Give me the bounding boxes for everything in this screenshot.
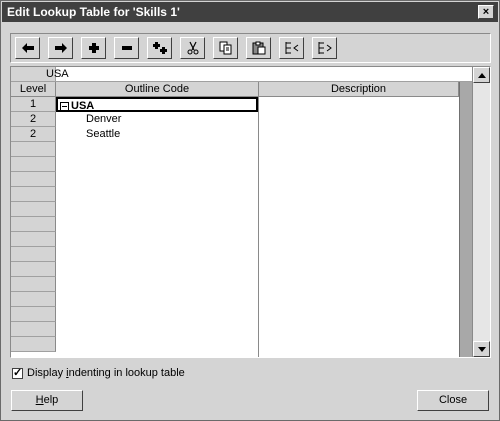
entry-bar[interactable]: USA bbox=[11, 67, 490, 82]
display-indenting-label: Display indenting in lookup table bbox=[27, 367, 185, 379]
column-header-outline-code[interactable]: Outline Code bbox=[56, 82, 259, 97]
scroll-down-button[interactable] bbox=[473, 341, 490, 357]
vertical-scrollbar[interactable] bbox=[472, 67, 490, 357]
table-row[interactable]: Denver bbox=[56, 112, 459, 127]
outline-code-text: USA bbox=[71, 100, 95, 112]
column-header-description[interactable]: Description bbox=[259, 82, 459, 97]
indent-button[interactable] bbox=[48, 37, 73, 59]
scroll-up-button[interactable] bbox=[473, 67, 490, 83]
level-cell[interactable] bbox=[11, 307, 56, 322]
insert-row-button[interactable] bbox=[81, 37, 106, 59]
level-cell[interactable] bbox=[11, 322, 56, 337]
cut-icon bbox=[187, 41, 198, 55]
table-row[interactable]: Seattle bbox=[56, 127, 459, 142]
indent-icon bbox=[54, 43, 67, 53]
cut-button[interactable] bbox=[180, 37, 205, 59]
insert-subtask-button[interactable] bbox=[147, 37, 172, 59]
export-button[interactable] bbox=[312, 37, 337, 59]
chevron-up-icon bbox=[477, 72, 486, 78]
outdent-icon bbox=[21, 43, 34, 53]
paste-icon bbox=[252, 41, 265, 55]
paste-button[interactable] bbox=[246, 37, 271, 59]
delete-row-button[interactable] bbox=[114, 37, 139, 59]
column-header-level[interactable]: Level bbox=[11, 82, 56, 97]
lookup-table-grid: USA Level Outline Code Description 1 2 2 bbox=[10, 66, 491, 358]
level-cell[interactable] bbox=[11, 202, 56, 217]
collapse-icon[interactable] bbox=[60, 101, 69, 111]
chevron-down-icon bbox=[477, 346, 486, 352]
edit-lookup-table-dialog: Edit Lookup Table for 'Skills 1' × USA L… bbox=[0, 0, 500, 421]
import-icon bbox=[285, 42, 298, 54]
export-icon bbox=[318, 42, 332, 54]
window-close-button[interactable]: × bbox=[478, 5, 494, 19]
level-cell[interactable] bbox=[11, 217, 56, 232]
import-button[interactable] bbox=[279, 37, 304, 59]
outdent-button[interactable] bbox=[15, 37, 40, 59]
display-indenting-option[interactable]: Display indenting in lookup table bbox=[12, 366, 185, 379]
outline-code-cell-selected[interactable]: USA bbox=[56, 97, 258, 112]
insert-subtask-icon bbox=[152, 42, 167, 54]
level-cell[interactable] bbox=[11, 142, 56, 157]
level-cell[interactable] bbox=[11, 247, 56, 262]
close-button[interactable]: Close bbox=[417, 390, 489, 411]
display-indenting-checkbox[interactable] bbox=[12, 366, 23, 379]
entry-bar-value[interactable]: USA bbox=[46, 68, 69, 80]
level-cell[interactable]: 1 bbox=[11, 97, 56, 112]
toolbar bbox=[10, 33, 491, 63]
level-cell[interactable]: 2 bbox=[11, 112, 56, 127]
copy-button[interactable] bbox=[213, 37, 238, 59]
level-cell[interactable] bbox=[11, 262, 56, 277]
level-column: 1 2 2 bbox=[11, 97, 56, 357]
insert-row-icon bbox=[88, 43, 99, 53]
title-bar[interactable]: Edit Lookup Table for 'Skills 1' × bbox=[2, 2, 498, 22]
level-cell[interactable] bbox=[11, 157, 56, 172]
level-cell[interactable] bbox=[11, 277, 56, 292]
level-cell[interactable] bbox=[11, 337, 56, 352]
help-button[interactable]: Help bbox=[11, 390, 83, 411]
table-row[interactable]: USA bbox=[56, 97, 459, 112]
outline-code-cell[interactable]: Denver bbox=[56, 112, 258, 127]
outline-code-cell[interactable]: Seattle bbox=[56, 127, 258, 142]
copy-icon bbox=[219, 41, 231, 55]
dialog-title: Edit Lookup Table for 'Skills 1' bbox=[7, 5, 180, 19]
level-cell[interactable] bbox=[11, 172, 56, 187]
level-cell[interactable] bbox=[11, 292, 56, 307]
level-cell[interactable]: 2 bbox=[11, 127, 56, 142]
level-cell[interactable] bbox=[11, 187, 56, 202]
delete-row-icon bbox=[121, 46, 132, 50]
level-cell[interactable] bbox=[11, 232, 56, 247]
grid-inner-scrollbar[interactable] bbox=[459, 82, 472, 357]
